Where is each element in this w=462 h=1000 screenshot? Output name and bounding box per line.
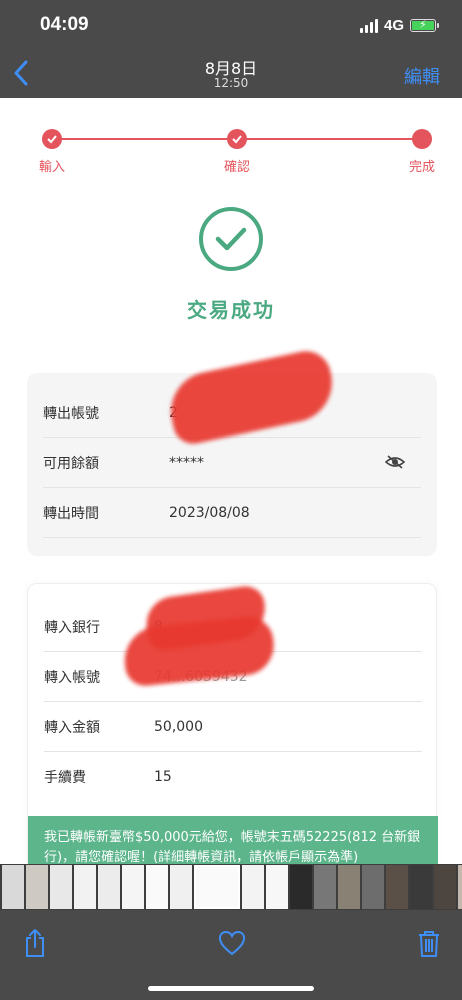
photo-thumbnail[interactable] [26, 865, 48, 909]
row-label: 轉入金額 [44, 719, 100, 736]
network-type: 4G [383, 17, 404, 34]
nav-subtitle: 12:50 [213, 76, 249, 90]
success-check-icon [199, 207, 263, 271]
screenshot-content: 輸入 確認 完成 交易成功 轉出帳號 2 可用餘額 ***** 轉出時間 202… [0, 98, 462, 864]
status-indicators: 4G ⚡ [359, 17, 439, 34]
photo-thumbnail[interactable] [338, 865, 360, 909]
info-row: 轉出時間 2023/08/08 [43, 488, 421, 538]
photo-thumbnail[interactable] [386, 865, 408, 909]
share-icon[interactable] [22, 928, 48, 958]
status-time: 04:09 [40, 14, 89, 35]
photo-thumbnail[interactable] [242, 865, 264, 909]
transfer-notice-banner: 我已轉帳新臺幣$50,000元給您，帳號末五碼52225(812 台新銀行)，請… [28, 816, 438, 864]
photo-thumbnail[interactable] [98, 865, 120, 909]
photo-thumbnail[interactable] [458, 865, 462, 909]
row-label: 轉出帳號 [43, 405, 99, 422]
transfer-in-card: 轉入銀行 8 轉入帳號 74...6059432 轉入金額 50,000 手續費… [27, 583, 438, 864]
row-value: ***** [169, 454, 204, 471]
photo-thumbnail[interactable] [314, 865, 336, 909]
photo-thumbnail[interactable] [362, 865, 384, 909]
signal-icon [359, 18, 378, 33]
battery-icon: ⚡ [410, 18, 439, 32]
photo-toolbar [0, 910, 462, 1000]
photo-thumbnail[interactable] [122, 865, 144, 909]
info-row: 轉入金額 50,000 [44, 702, 422, 752]
photo-thumbnail[interactable] [2, 865, 24, 909]
photo-viewer-header: 04:09 4G ⚡ 8月8日 12:50 編輯 [0, 0, 462, 98]
row-label: 轉出時間 [43, 505, 99, 522]
photo-thumbnail[interactable] [290, 865, 312, 909]
photo-thumbnail[interactable] [146, 865, 168, 909]
step-check-icon [227, 129, 247, 149]
photo-thumbnail-strip[interactable] [0, 864, 462, 910]
step-current-dot [412, 129, 432, 149]
row-label: 手續費 [44, 770, 86, 786]
step-label: 輸入 [38, 160, 65, 175]
hide-balance-eye-icon[interactable] [385, 454, 405, 470]
home-indicator [148, 986, 314, 991]
transfer-out-card: 轉出帳號 2 可用餘額 ***** 轉出時間 2023/08/08 [27, 346, 437, 556]
row-label: 可用餘額 [43, 455, 99, 472]
info-row: 可用餘額 ***** [43, 438, 421, 488]
favorite-heart-icon[interactable] [218, 928, 246, 958]
edit-button[interactable]: 編輯 [404, 63, 440, 89]
photo-thumbnail[interactable] [74, 865, 96, 909]
trash-icon[interactable] [416, 928, 442, 958]
step-check-icon [42, 129, 62, 149]
row-value: 2023/08/08 [169, 504, 250, 521]
step-label: 確認 [223, 160, 250, 175]
photo-thumbnail[interactable] [170, 865, 192, 909]
info-row: 手續費 15 [44, 752, 422, 802]
row-value: 15 [154, 769, 172, 785]
step-label: 完成 [408, 160, 435, 175]
success-message: 交易成功 [187, 298, 275, 322]
progress-steps: 輸入 確認 完成 [0, 128, 462, 178]
row-value: 50,000 [154, 718, 203, 735]
photo-thumbnail[interactable] [266, 865, 288, 909]
photo-thumbnail-selected[interactable] [194, 865, 240, 909]
photo-thumbnail[interactable] [434, 865, 456, 909]
photo-thumbnail[interactable] [410, 865, 432, 909]
photo-thumbnail[interactable] [50, 865, 72, 909]
